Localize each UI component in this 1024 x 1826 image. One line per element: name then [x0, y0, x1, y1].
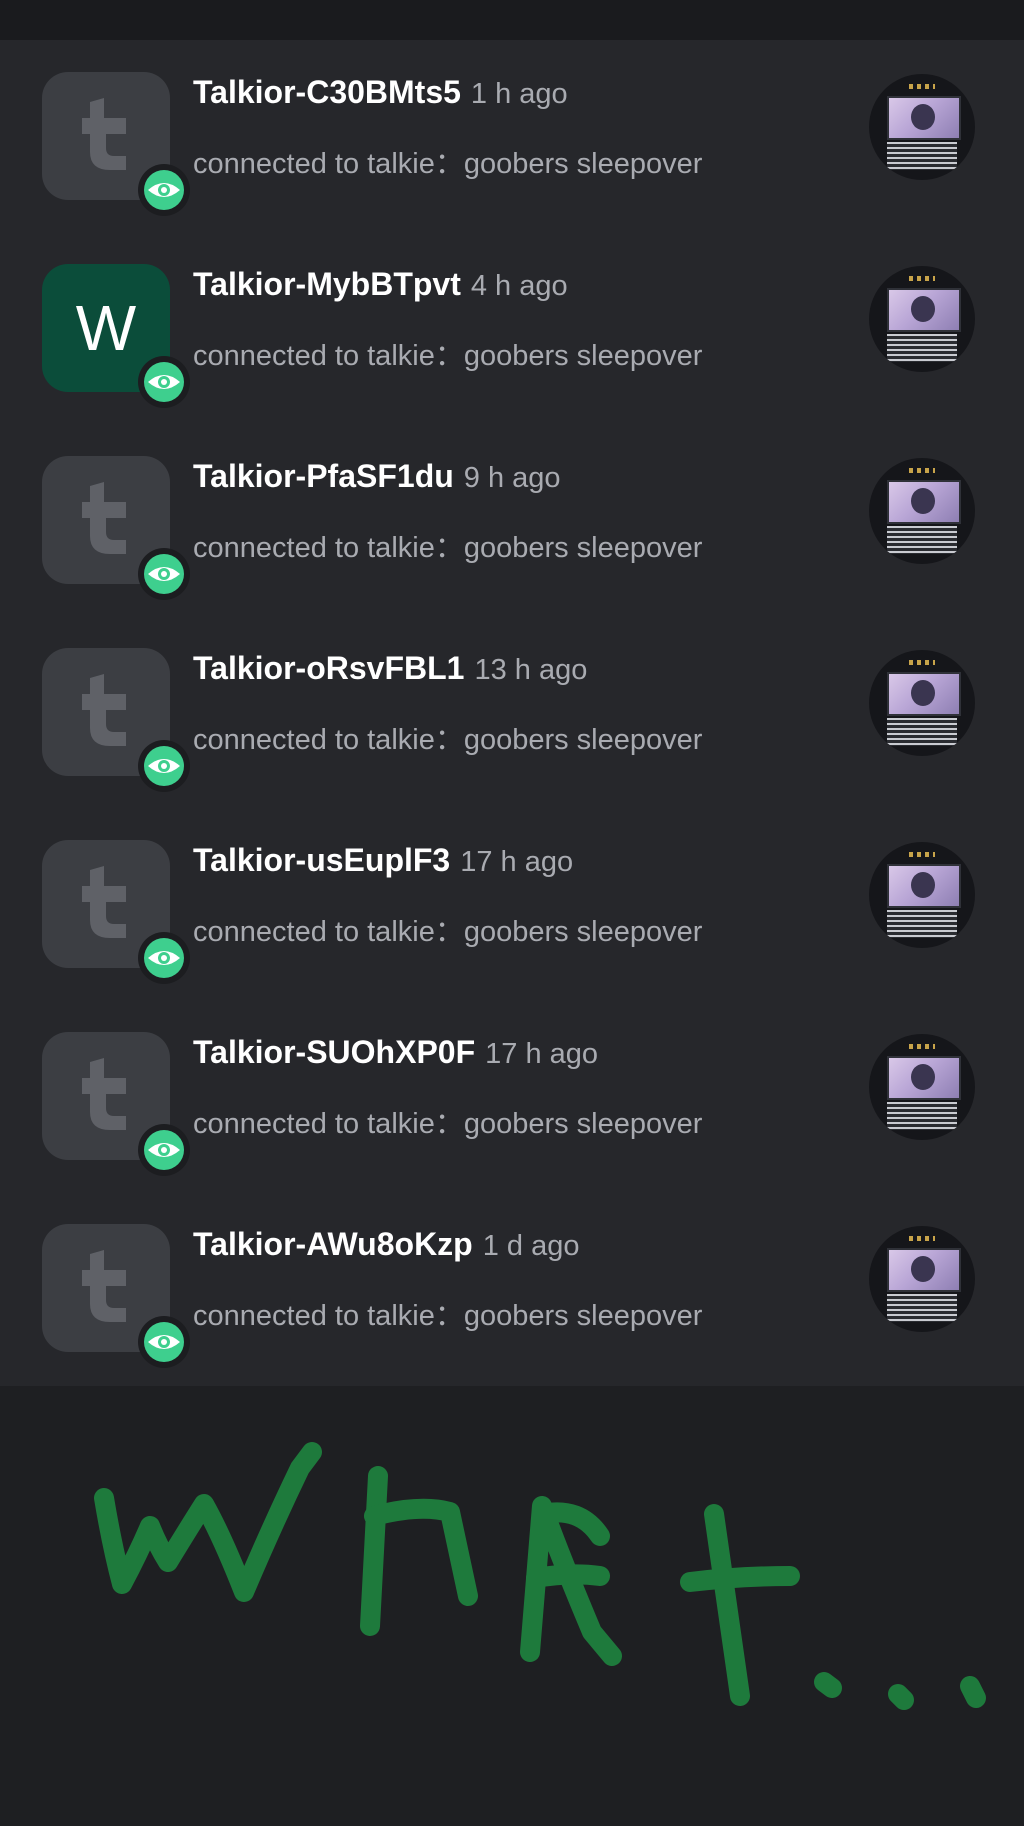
notification-list: Talkior-C30BMts5 1 h ago connected to tal…	[0, 40, 1024, 1386]
notification-title: Talkior-SUOhXP0F 17 h ago	[193, 1034, 598, 1071]
thumbnail-image	[869, 1226, 975, 1332]
status-bar	[0, 0, 1024, 40]
talkior-avatar	[42, 840, 190, 984]
thumbnail-image	[869, 74, 975, 180]
viewed-badge	[138, 548, 190, 600]
letter-avatar: W	[42, 264, 190, 408]
thumbnail-image	[869, 842, 975, 948]
timestamp: 17 h ago	[460, 846, 574, 878]
sender-name: Talkior-oRsvFBL1	[193, 650, 465, 686]
notification-row[interactable]: Talkior-PfaSF1du 9 h ago connected to tal…	[0, 424, 1024, 616]
sender-name: Talkior-C30BMts5	[193, 74, 461, 110]
notification-message: connected to talkie：goobers sleepover	[193, 1108, 703, 1140]
sender-name: Talkior-SUOhXP0F	[193, 1034, 476, 1070]
viewed-badge	[138, 740, 190, 792]
notification-message: connected to talkie：goobers sleepover	[193, 724, 703, 756]
drawing-area	[0, 1386, 1024, 1821]
timestamp: 13 h ago	[474, 654, 588, 686]
sender-name: Talkior-MybBTpvt	[193, 266, 461, 302]
notification-row[interactable]: Talkior-oRsvFBL1 13 h ago connected to ta…	[0, 616, 1024, 808]
talkior-logo-icon	[82, 674, 126, 746]
timestamp: 9 h ago	[463, 462, 561, 494]
timestamp: 1 h ago	[470, 78, 568, 110]
talkior-logo-icon	[82, 866, 126, 938]
talkior-avatar	[42, 1224, 190, 1368]
notification-message: connected to talkie：goobers sleepover	[193, 340, 703, 372]
eye-icon	[148, 759, 180, 773]
notification-title: Talkior-C30BMts5 1 h ago	[193, 74, 568, 111]
eye-icon	[148, 951, 180, 965]
thumbnail-image	[869, 650, 975, 756]
talkior-avatar	[42, 72, 190, 216]
notification-row[interactable]: Talkior-AWu8oKzp 1 d ago connected to tal…	[0, 1192, 1024, 1384]
sender-name: Talkior-usEuplF3	[193, 842, 451, 878]
notification-row[interactable]: W Talkior-MybBTpvt 4 h ago connected to t…	[0, 232, 1024, 424]
timestamp: 17 h ago	[485, 1038, 599, 1070]
eye-icon	[148, 375, 180, 389]
notification-row[interactable]: Talkior-usEuplF3 17 h ago connected to ta…	[0, 808, 1024, 1000]
talkior-avatar	[42, 648, 190, 792]
notification-title: Talkior-MybBTpvt 4 h ago	[193, 266, 568, 303]
viewed-badge	[138, 932, 190, 984]
sender-name: Talkior-AWu8oKzp	[193, 1226, 473, 1262]
viewed-badge	[138, 1316, 190, 1368]
viewed-badge	[138, 1124, 190, 1176]
thumbnail-image	[869, 266, 975, 372]
notification-message: connected to talkie：goobers sleepover	[193, 148, 703, 180]
eye-icon	[148, 1143, 180, 1157]
notification-title: Talkior-AWu8oKzp 1 d ago	[193, 1226, 579, 1263]
talkior-avatar	[42, 456, 190, 600]
sender-name: Talkior-PfaSF1du	[193, 458, 454, 494]
talkior-logo-icon	[82, 98, 126, 170]
notification-title: Talkior-usEuplF3 17 h ago	[193, 842, 573, 879]
notification-message: connected to talkie：goobers sleepover	[193, 532, 703, 564]
talkior-logo-icon	[82, 1250, 126, 1322]
notification-message: connected to talkie：goobers sleepover	[193, 916, 703, 948]
talkior-logo-icon	[82, 1058, 126, 1130]
timestamp: 4 h ago	[470, 270, 568, 302]
notification-title: Talkior-oRsvFBL1 13 h ago	[193, 650, 587, 687]
notification-message: connected to talkie：goobers sleepover	[193, 1300, 703, 1332]
eye-icon	[148, 1335, 180, 1349]
talkior-avatar	[42, 1032, 190, 1176]
notification-title: Talkior-PfaSF1du 9 h ago	[193, 458, 561, 495]
notification-row[interactable]: Talkior-C30BMts5 1 h ago connected to tal…	[0, 40, 1024, 232]
notification-row[interactable]: Talkior-SUOhXP0F 17 h ago connected to ta…	[0, 1000, 1024, 1192]
talkior-logo-icon	[82, 482, 126, 554]
thumbnail-image	[869, 1034, 975, 1140]
viewed-badge	[138, 164, 190, 216]
eye-icon	[148, 567, 180, 581]
thumbnail-image	[869, 458, 975, 564]
viewed-badge	[138, 356, 190, 408]
handwritten-annotation	[94, 1442, 986, 1710]
timestamp: 1 d ago	[482, 1230, 580, 1262]
eye-icon	[148, 183, 180, 197]
